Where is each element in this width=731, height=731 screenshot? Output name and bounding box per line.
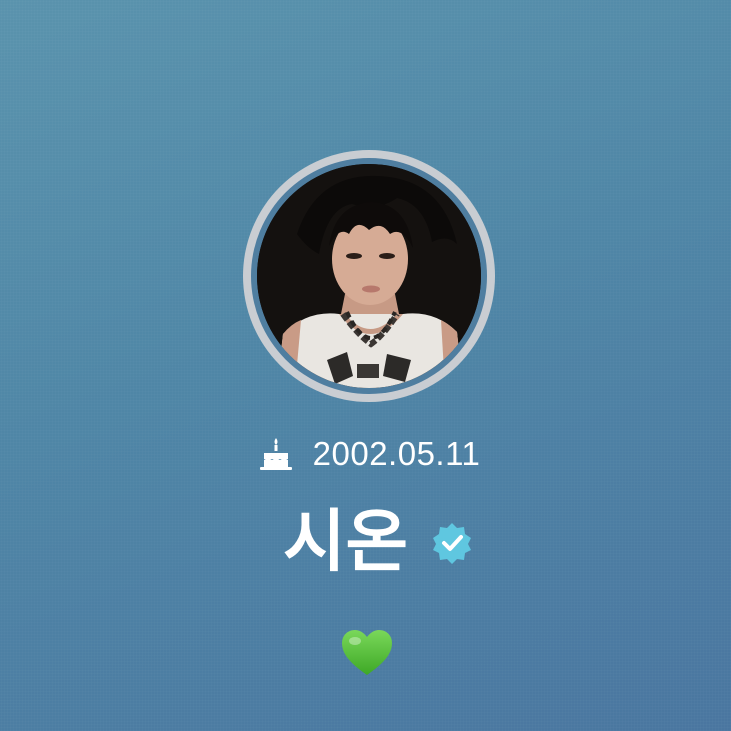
- name-row: 시온: [0, 498, 731, 588]
- avatar-border: [251, 158, 487, 394]
- birthday-row: 2002.05.11: [0, 430, 731, 478]
- avatar-photo: [257, 164, 481, 388]
- avatar-image: [257, 164, 481, 388]
- profile-name: 시온: [282, 503, 409, 582]
- green-heart-icon: [342, 630, 392, 675]
- birthday-text: 2002.05.11: [312, 435, 481, 472]
- profile-screen: 2002.05.11 시온: [0, 0, 731, 731]
- cake-icon: [259, 438, 292, 470]
- profile-avatar[interactable]: [243, 150, 495, 402]
- verified-badge-icon: [433, 523, 472, 564]
